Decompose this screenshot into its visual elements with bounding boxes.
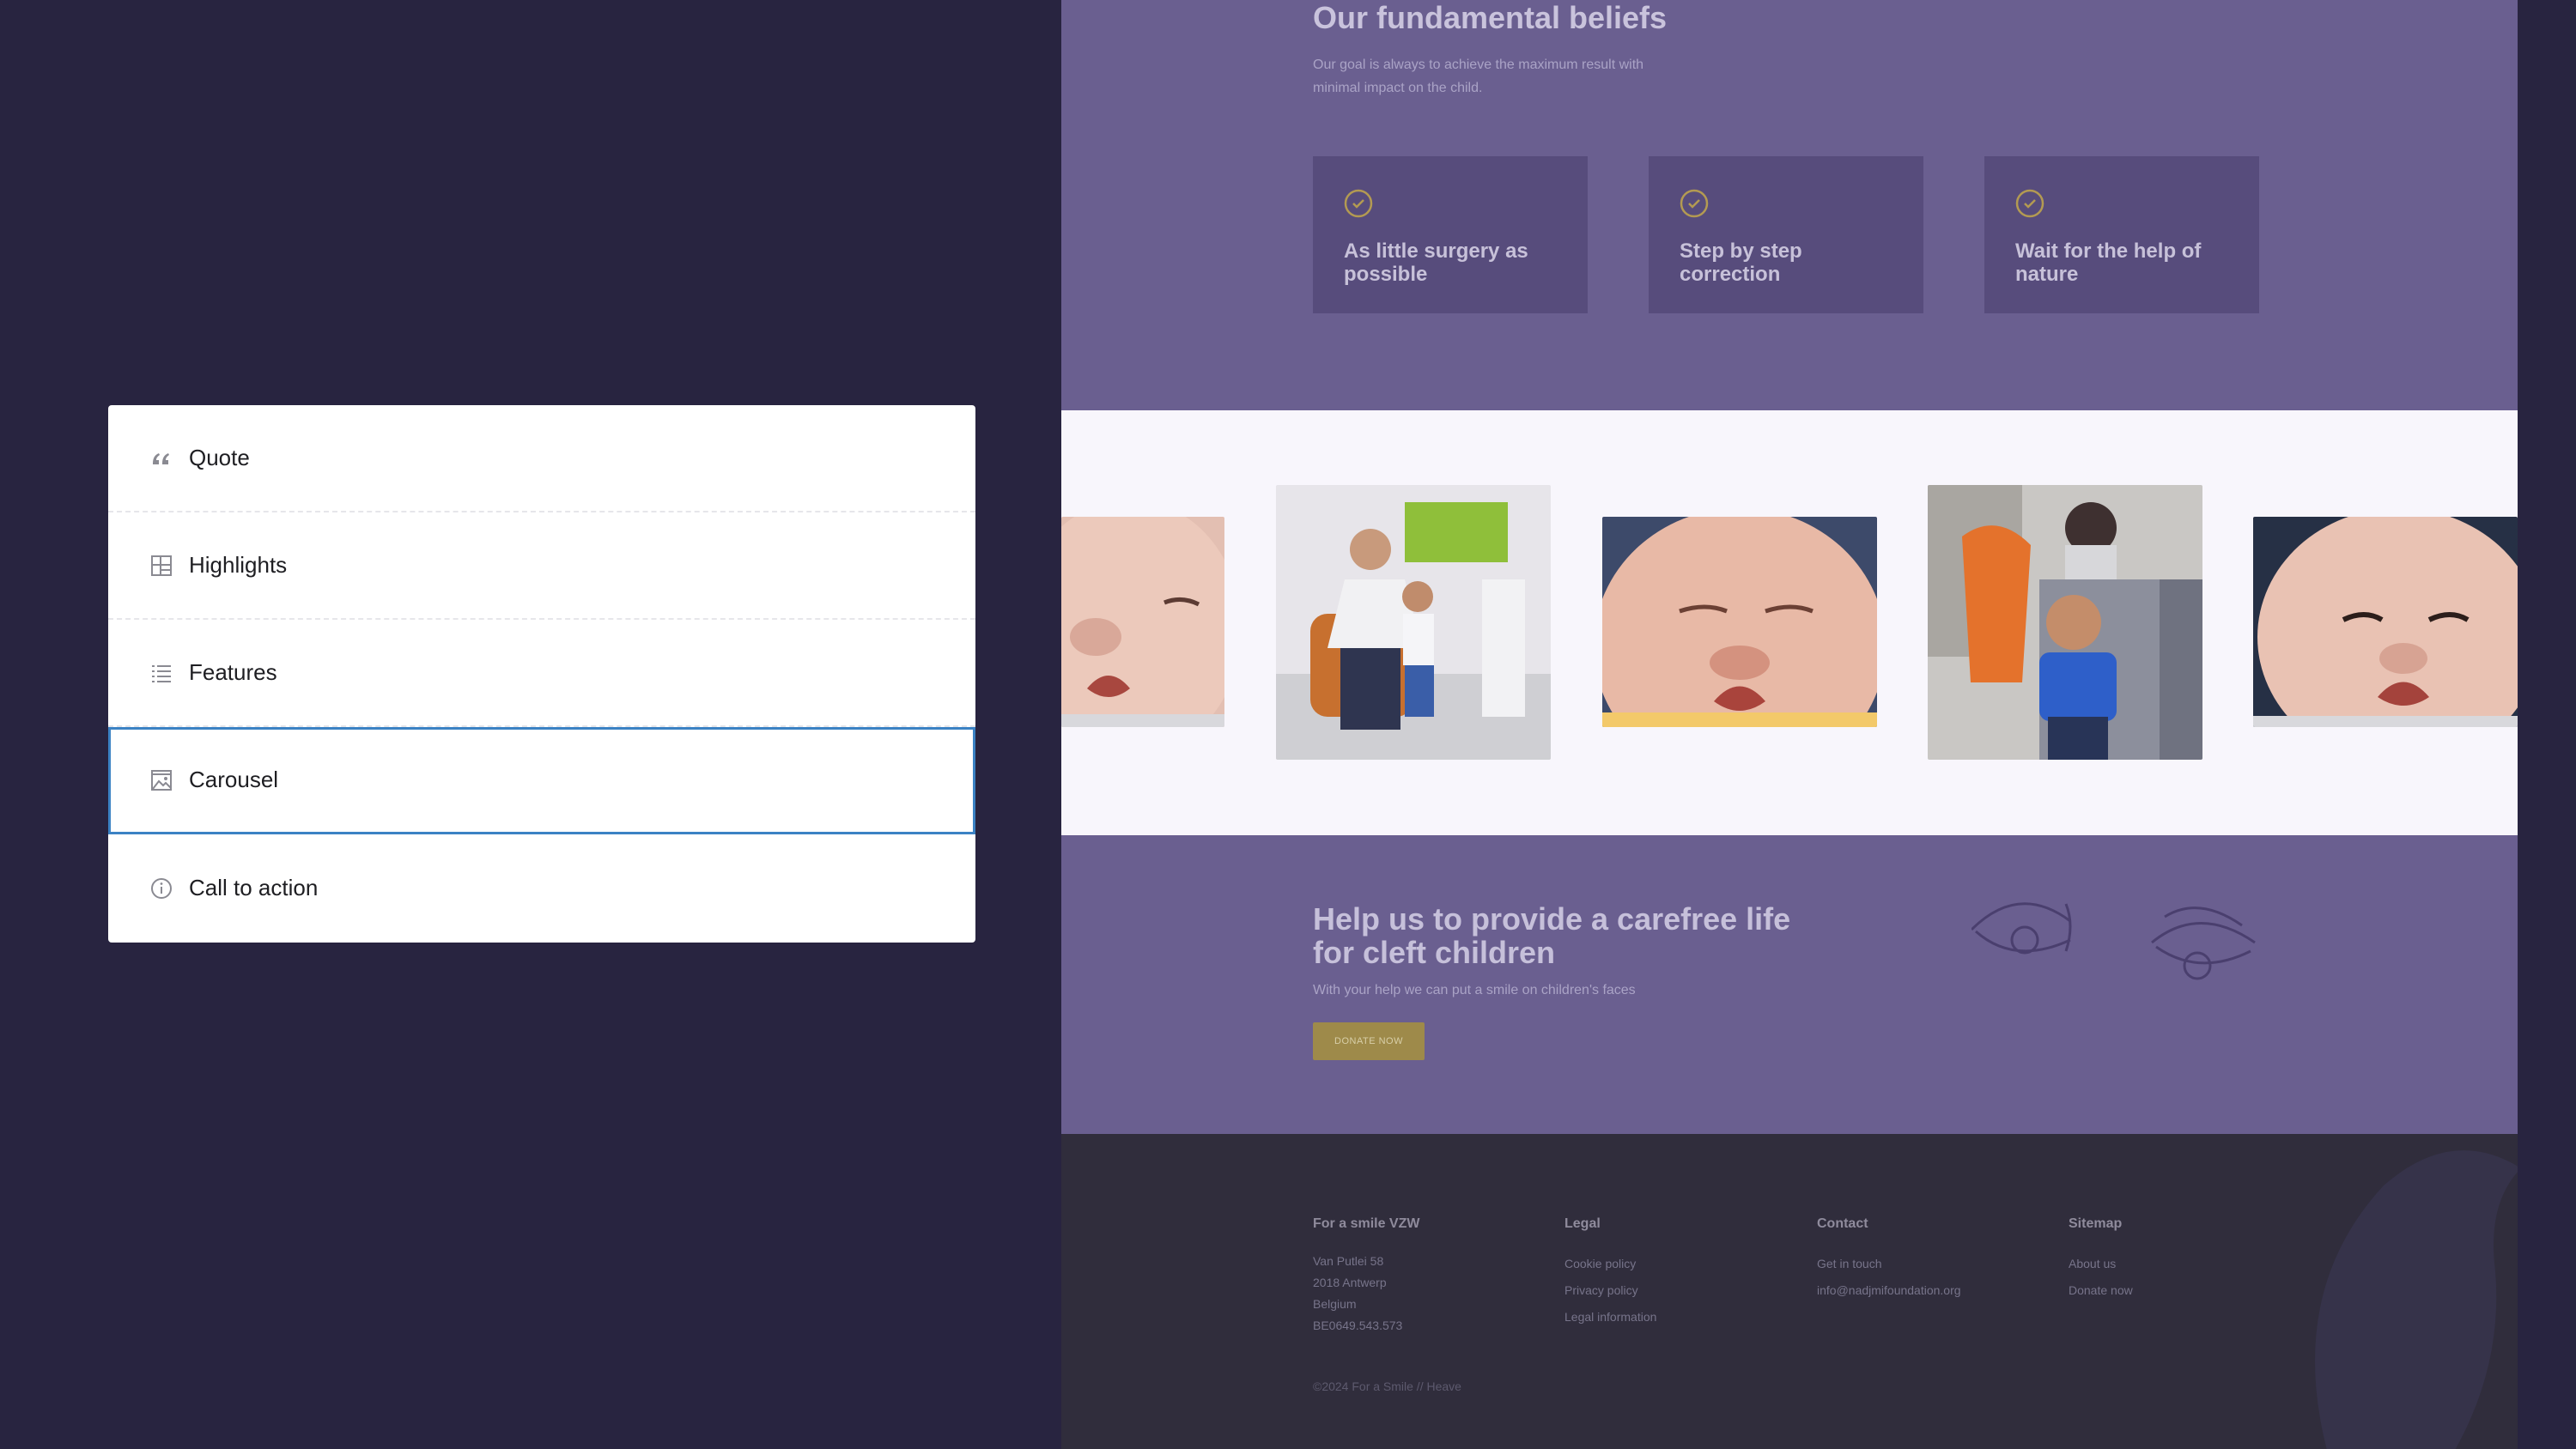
cta-section: Help us to provide a carefree life for c…	[1061, 835, 2518, 1134]
check-circle-icon	[1680, 189, 1709, 218]
belief-label: Wait for the help of nature	[2015, 239, 2202, 286]
footer-link-email[interactable]: info@nadjmifoundation.org	[1817, 1277, 1961, 1304]
block-option-label: Highlights	[189, 552, 288, 578]
block-option-label: Carousel	[189, 767, 279, 792]
footer-heading: Contact	[1817, 1216, 1868, 1231]
quote-icon	[148, 445, 175, 472]
footer-heading: Legal	[1564, 1216, 1601, 1231]
block-option-label: Quote	[189, 445, 250, 470]
footer-address-line: 2018 Antwerp	[1313, 1276, 1387, 1289]
check-circle-icon	[1344, 189, 1373, 218]
info-icon	[148, 875, 175, 902]
footer-link-about-us[interactable]: About us	[2069, 1251, 2133, 1277]
list-icon	[148, 659, 175, 687]
block-option-quote[interactable]: Quote	[108, 405, 975, 512]
belief-card: As little surgery as possible	[1313, 156, 1588, 313]
block-option-highlights[interactable]: Highlights	[108, 512, 975, 620]
block-option-label: Call to action	[189, 875, 319, 900]
image-icon	[148, 767, 175, 794]
doctor-with-boy-photo[interactable]	[1276, 485, 1551, 760]
footer-address-line: Van Putlei 58	[1313, 1254, 1384, 1268]
baby-cleft-lip-photo[interactable]	[1061, 517, 1224, 727]
beliefs-title: Our fundamental beliefs	[1313, 0, 1668, 35]
footer-link-legal-information[interactable]: Legal information	[1564, 1304, 1656, 1331]
beliefs-section: Our fundamental beliefs Our goal is alwa…	[1061, 0, 2518, 410]
footer-heading: Sitemap	[2069, 1216, 2123, 1231]
check-circle-icon	[2015, 189, 2044, 218]
belief-label: Step by step correction	[1680, 239, 1802, 286]
footer-address-line: Belgium	[1313, 1297, 1357, 1311]
footer-link-cookie-policy[interactable]: Cookie policy	[1564, 1251, 1656, 1277]
block-option-label: Features	[189, 659, 277, 685]
footer-heading: For a smile VZW	[1313, 1216, 1420, 1231]
boy-in-clinic-photo[interactable]	[1928, 485, 2202, 760]
footer-col-legal: Legal Cookie policy Privacy policy Legal…	[1564, 1216, 1656, 1331]
block-option-call-to-action[interactable]: Call to action	[108, 834, 975, 942]
belief-card: Step by step correction	[1649, 156, 1923, 313]
cta-subtitle: With your help we can put a smile on chi…	[1313, 983, 1636, 997]
carousel-section	[1061, 410, 2518, 835]
baby-cleft-lip-photo-2[interactable]	[2253, 517, 2518, 727]
footer-link-donate-now[interactable]: Donate now	[2069, 1277, 2133, 1304]
footer-col-org: For a smile VZW Van Putlei 58 2018 Antwe…	[1313, 1216, 1419, 1337]
decorative-shape-icon	[2315, 1150, 2518, 1449]
footer-col-contact: Contact Get in touch info@nadjmifoundati…	[1817, 1216, 1961, 1304]
beliefs-subtitle: Our goal is always to achieve the maximu…	[1313, 58, 1644, 95]
block-type-menu: Quote Highlights Features Carousel Call …	[108, 405, 975, 943]
block-option-features[interactable]: Features	[108, 620, 975, 727]
sleeping-baby-cleft-lip-photo[interactable]	[1602, 517, 1877, 727]
page-preview: Our fundamental beliefs Our goal is alwa…	[1061, 0, 2518, 1449]
belief-label: As little surgery as possible	[1344, 239, 1528, 286]
donate-now-button[interactable]: DONATE NOW	[1313, 1022, 1425, 1060]
cta-title: Help us to provide a carefree life for c…	[1313, 901, 1791, 970]
footer-link-get-in-touch[interactable]: Get in touch	[1817, 1251, 1961, 1277]
belief-card: Wait for the help of nature	[1984, 156, 2259, 313]
footer-vat-number: BE0649.543.573	[1313, 1319, 1403, 1332]
eyes-illustration-icon	[1971, 902, 2256, 980]
site-footer: For a smile VZW Van Putlei 58 2018 Antwe…	[1061, 1134, 2518, 1449]
footer-link-privacy-policy[interactable]: Privacy policy	[1564, 1277, 1656, 1304]
footer-col-sitemap: Sitemap About us Donate now	[2069, 1216, 2133, 1304]
footer-copyright: ©2024 For a Smile // Heave	[1313, 1379, 1461, 1393]
block-option-carousel[interactable]: Carousel	[108, 727, 975, 834]
highlights-grid-icon	[148, 552, 175, 579]
